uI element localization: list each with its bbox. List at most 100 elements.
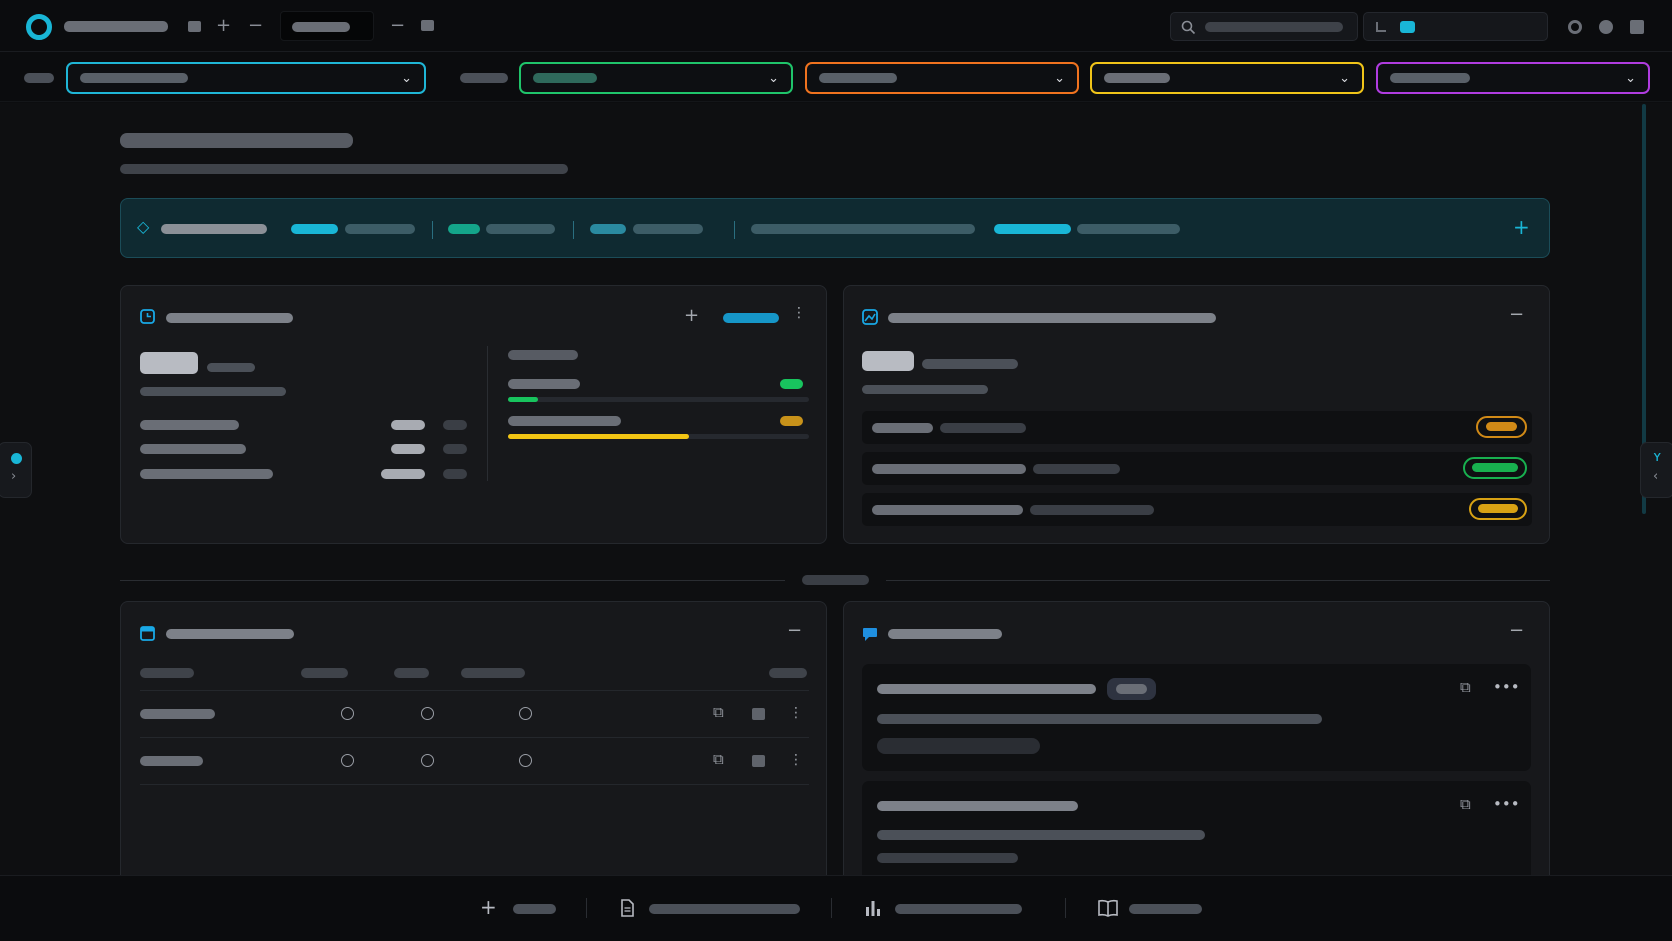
comment-body: [877, 714, 1322, 724]
comment-title: [877, 684, 1096, 694]
status-row[interactable]: [862, 411, 1532, 444]
analytics-button[interactable]: [862, 886, 1032, 930]
radio-button[interactable]: [341, 754, 354, 767]
comment-title: [877, 801, 1078, 811]
button-label: [649, 904, 800, 914]
chevron-down-icon: ⌄: [1625, 71, 1636, 86]
table-row[interactable]: ⧉ ⋮: [140, 738, 809, 784]
button-label: [513, 904, 556, 914]
right-panel-toggle[interactable]: ʏ ‹: [1640, 442, 1672, 498]
filter-select-5[interactable]: ⌄: [1376, 62, 1650, 94]
radio-button[interactable]: [341, 707, 354, 720]
status-row-title: [872, 464, 1026, 474]
gear-icon[interactable]: [1568, 20, 1582, 34]
progress-fill-green: [508, 397, 539, 402]
progress-fill-yellow: [508, 434, 689, 439]
filter-select-2[interactable]: ⌄: [519, 62, 793, 94]
square-icon[interactable]: [752, 755, 765, 767]
minus-icon[interactable]: −: [248, 17, 263, 35]
summary-segment-3[interactable]: [590, 224, 626, 234]
summary-highlight[interactable]: [994, 224, 1071, 234]
progress-label: [508, 416, 621, 426]
status-row[interactable]: [862, 493, 1532, 526]
left-panel-toggle[interactable]: ›: [0, 442, 32, 498]
stat-value: [140, 352, 198, 374]
library-button[interactable]: [1096, 886, 1206, 930]
filter-select-1[interactable]: ⌄: [66, 62, 426, 94]
bar-chart-icon: [866, 901, 880, 916]
plus-icon[interactable]: +: [216, 17, 231, 35]
filter-label: [460, 73, 508, 83]
external-link-icon[interactable]: ⧉: [1460, 678, 1471, 696]
column-header[interactable]: [461, 668, 525, 678]
table-card: − ⧉ ⋮ ⧉ ⋮: [120, 601, 827, 901]
filter-value: [1390, 73, 1470, 83]
square-icon[interactable]: [1630, 20, 1644, 34]
plus-icon[interactable]: +: [1513, 215, 1530, 239]
filter-select-3[interactable]: ⌄: [805, 62, 1079, 94]
square-icon[interactable]: [188, 21, 201, 32]
documents-button[interactable]: [618, 886, 808, 930]
status-row[interactable]: [862, 452, 1532, 485]
status-row-meta: [1030, 505, 1154, 515]
external-link-icon[interactable]: ⧉: [713, 703, 724, 721]
radio-button[interactable]: [421, 707, 434, 720]
minus-icon[interactable]: −: [1509, 620, 1524, 641]
external-link-icon[interactable]: ⧉: [713, 750, 724, 768]
status-row-meta: [1033, 464, 1120, 474]
progress-bar-green: [508, 397, 809, 402]
view-switcher[interactable]: [1363, 12, 1548, 41]
more-vertical-icon[interactable]: ⋮: [789, 752, 803, 768]
card-title: [166, 313, 293, 323]
column-header[interactable]: [769, 668, 807, 678]
square-icon[interactable]: [752, 708, 765, 720]
divider: [487, 346, 488, 481]
status-card: −: [843, 285, 1550, 544]
column-header[interactable]: [301, 668, 348, 678]
metric-value: [391, 420, 425, 430]
summary-segment-3-label: [633, 224, 703, 234]
column-header[interactable]: [140, 668, 194, 678]
plus-icon[interactable]: +: [684, 305, 699, 326]
radio-button[interactable]: [421, 754, 434, 767]
minus-icon[interactable]: −: [787, 620, 802, 641]
summary-highlight-label: [1077, 224, 1180, 234]
card-action-button[interactable]: [723, 313, 779, 323]
summary-segment-1-label: [345, 224, 415, 234]
radio-button[interactable]: [519, 754, 532, 767]
search-input[interactable]: [1170, 12, 1358, 41]
comment-meta: [877, 738, 1040, 754]
document-tab[interactable]: [280, 11, 374, 41]
separator: [734, 221, 735, 239]
comment-item[interactable]: ⧉ •••: [862, 664, 1531, 771]
separator: [432, 221, 433, 239]
stat-value: [862, 351, 914, 371]
filter-select-4[interactable]: ⌄: [1090, 62, 1364, 94]
radio-button[interactable]: [519, 707, 532, 720]
button-label: [895, 904, 1022, 914]
more-horizontal-icon[interactable]: •••: [1493, 795, 1520, 813]
square-icon[interactable]: [421, 20, 434, 31]
external-link-icon[interactable]: ⧉: [1460, 795, 1471, 813]
minus-icon[interactable]: −: [390, 17, 405, 35]
circle-icon[interactable]: [1599, 20, 1613, 34]
summary-segment-1[interactable]: [291, 224, 338, 234]
more-horizontal-icon[interactable]: •••: [1493, 678, 1520, 696]
progress-label: [508, 379, 580, 389]
filter-value: [819, 73, 897, 83]
progress-heading: [508, 350, 578, 360]
app-title: [64, 21, 168, 32]
status-dot: [11, 453, 22, 464]
minus-icon[interactable]: −: [1509, 304, 1524, 325]
app-logo-icon[interactable]: [26, 14, 52, 40]
status-pill-fill: [1472, 463, 1518, 472]
new-item-button[interactable]: +: [480, 886, 580, 930]
more-vertical-icon[interactable]: ⋮: [792, 306, 806, 320]
summary-segment-2[interactable]: [448, 224, 480, 234]
metric-value: [391, 444, 425, 454]
more-vertical-icon[interactable]: ⋮: [789, 705, 803, 721]
table-divider: [140, 784, 809, 785]
table-row[interactable]: ⧉ ⋮: [140, 691, 809, 737]
branch-icon: ʏ: [1653, 449, 1662, 465]
column-header[interactable]: [394, 668, 429, 678]
